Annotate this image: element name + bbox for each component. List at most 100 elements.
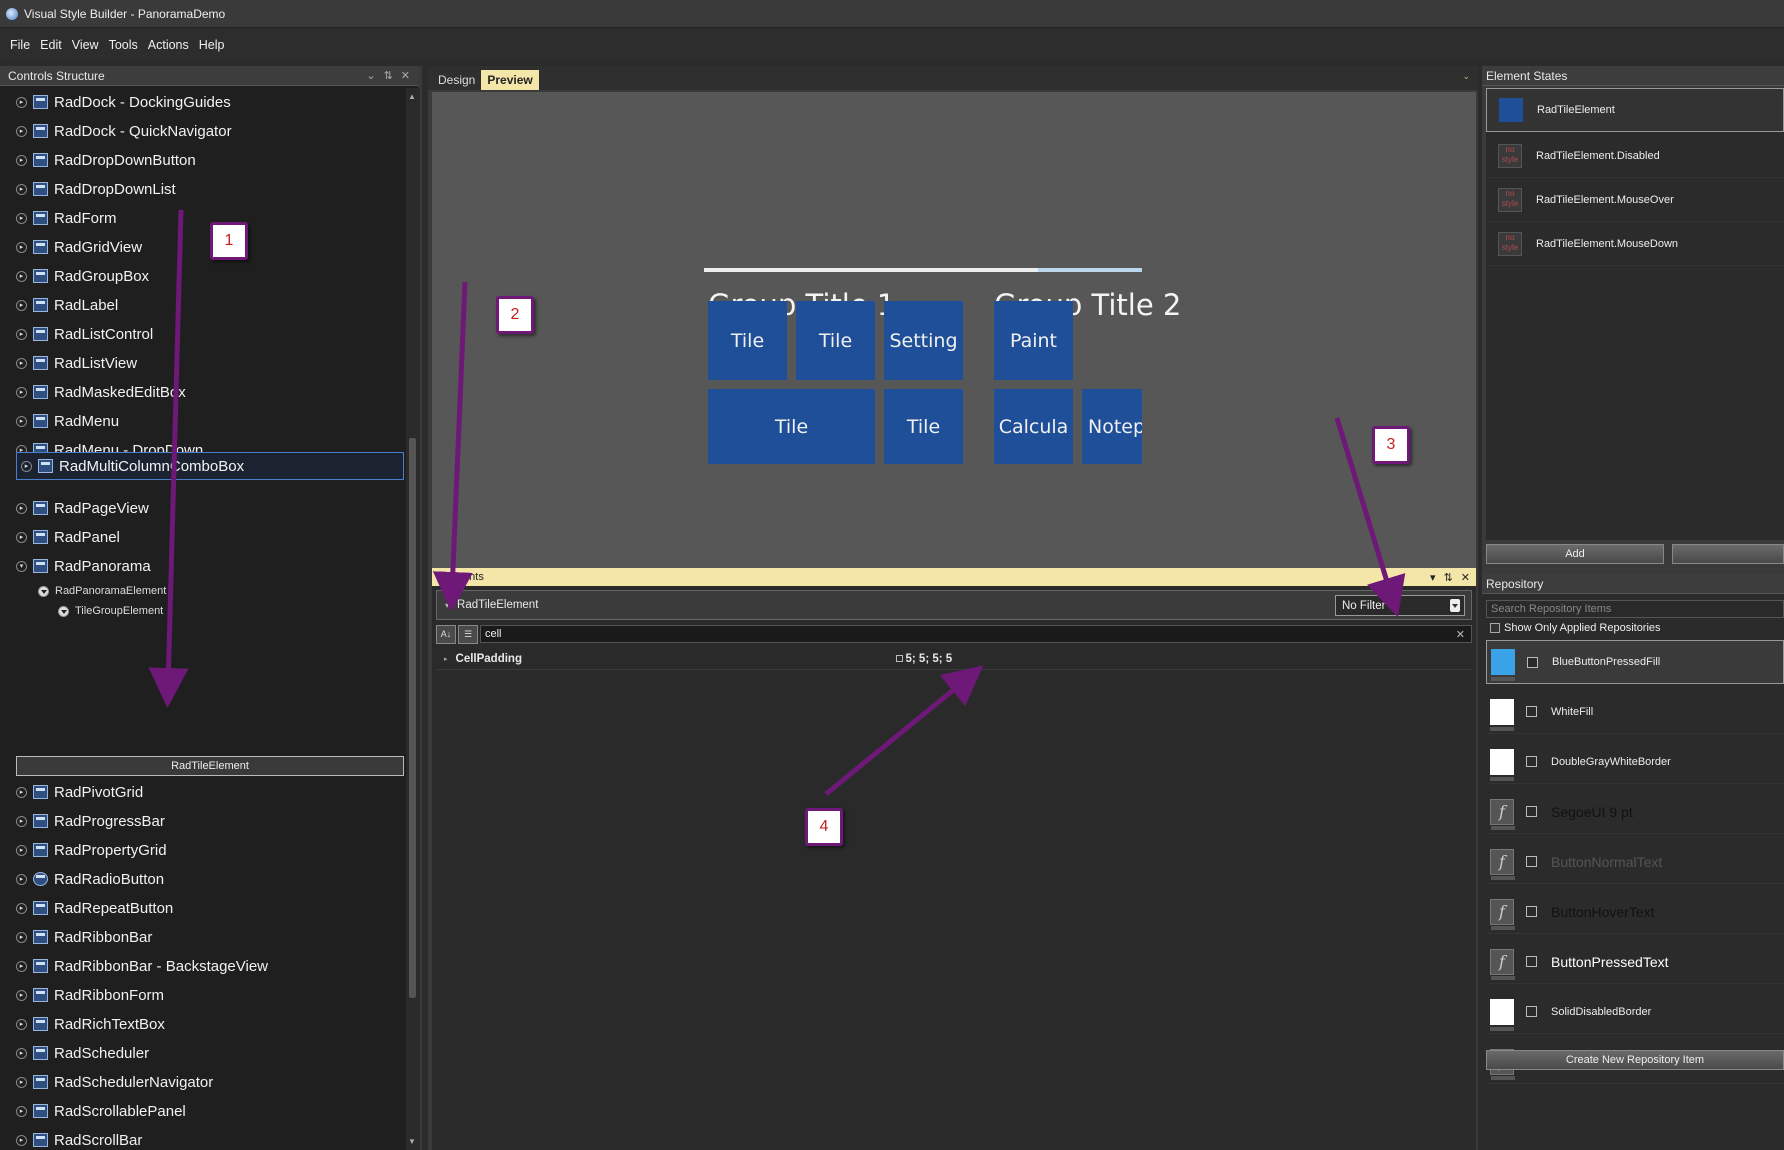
dropdown-arrow-icon[interactable] bbox=[1450, 599, 1460, 612]
sort-alphabetical-icon[interactable]: A↓ bbox=[436, 624, 456, 644]
tile[interactable]: Tile bbox=[796, 301, 875, 380]
show-applied-checkbox[interactable]: Show Only Applied Repositories bbox=[1490, 622, 1661, 634]
expand-icon[interactable]: ▸ bbox=[16, 415, 27, 427]
expand-icon[interactable]: ▸ bbox=[16, 270, 27, 282]
expand-icon[interactable]: ▸ bbox=[16, 1105, 27, 1117]
checkbox[interactable] bbox=[1490, 623, 1500, 633]
tree-item[interactable]: ▸ RadGroupBox bbox=[16, 262, 149, 290]
tree-item[interactable]: ▸ RadProgressBar bbox=[16, 807, 165, 835]
tree-item[interactable]: ▸ RadForm bbox=[16, 204, 117, 232]
tab-preview[interactable]: Preview bbox=[481, 70, 539, 90]
expand-icon[interactable]: ▸ bbox=[16, 357, 27, 369]
state-item[interactable]: no style RadTileElement.MouseDown bbox=[1486, 222, 1784, 266]
repository-item-checkbox[interactable] bbox=[1526, 956, 1537, 967]
expand-icon[interactable]: ▸ bbox=[16, 931, 27, 943]
expand-icon[interactable]: ▸ bbox=[16, 873, 27, 885]
repository-item-checkbox[interactable] bbox=[1527, 656, 1538, 668]
expand-icon[interactable]: ▸ bbox=[16, 386, 27, 398]
tile[interactable]: Tile bbox=[884, 389, 963, 464]
scroll-down-icon[interactable]: ▼ bbox=[408, 1137, 416, 1146]
tree-sub-item[interactable]: TileGroupElement bbox=[58, 602, 163, 620]
secondary-state-button[interactable] bbox=[1672, 544, 1784, 564]
tree-item[interactable]: ▸ RadPageView bbox=[16, 494, 149, 522]
collapse-icon[interactable]: ▾ bbox=[16, 560, 27, 572]
repository-item-checkbox[interactable] bbox=[1526, 706, 1537, 717]
create-repository-item-button[interactable]: Create New Repository Item bbox=[1486, 1050, 1784, 1070]
tree-item-selected[interactable]: ▸ RadMultiColumnComboBox bbox=[16, 452, 404, 480]
expand-icon[interactable]: ▸ bbox=[16, 989, 27, 1001]
expand-icon[interactable]: ▸ bbox=[16, 299, 27, 311]
close-icon[interactable]: ✕ bbox=[1461, 571, 1470, 584]
expand-box-icon[interactable] bbox=[895, 655, 903, 662]
repository-item[interactable]: f ButtonNormalText bbox=[1486, 840, 1784, 884]
tree-item[interactable]: ▸ RadScrollBar bbox=[16, 1126, 142, 1150]
expand-icon[interactable]: ▸ bbox=[16, 125, 27, 137]
tree-item[interactable]: ▸ RadDropDownButton bbox=[16, 146, 196, 174]
tree-sub-item[interactable]: RadPanoramaElement bbox=[38, 582, 166, 600]
panorama-scrollbar-thumb[interactable] bbox=[1038, 268, 1142, 272]
tree-item[interactable]: ▸ RadRepeatButton bbox=[16, 894, 173, 922]
tree-item[interactable]: ▸ RadMaskedEditBox bbox=[16, 378, 186, 406]
repository-item-checkbox[interactable] bbox=[1526, 856, 1537, 867]
tree-item[interactable]: ▸ RadDock - DockingGuides bbox=[16, 88, 231, 116]
element-selector[interactable]: ▾ RadTileElement No Filter bbox=[436, 590, 1472, 620]
repository-item[interactable]: f ButtonHoverText bbox=[1486, 890, 1784, 934]
repository-item-checkbox[interactable] bbox=[1526, 806, 1537, 817]
repository-item-checkbox[interactable] bbox=[1526, 756, 1537, 767]
tile-paint[interactable]: Paint bbox=[994, 301, 1073, 380]
chevron-down-icon[interactable]: ▾ bbox=[1430, 571, 1436, 584]
tree-item[interactable]: ▸ RadRibbonBar - BackstageView bbox=[16, 952, 268, 980]
close-icon[interactable]: ✕ bbox=[401, 69, 410, 82]
scrollbar-thumb[interactable] bbox=[409, 438, 416, 998]
tree-item[interactable]: ▸ RadLabel bbox=[16, 291, 118, 319]
tree-item[interactable]: ▸ RadRadioButton bbox=[16, 865, 164, 893]
expand-icon[interactable]: ▸ bbox=[16, 1076, 27, 1088]
expand-icon[interactable]: ▸ bbox=[16, 531, 27, 543]
tree-item[interactable]: ▸ RadDropDownList bbox=[16, 175, 176, 203]
tile-calculator[interactable]: Calcula bbox=[994, 389, 1073, 464]
expand-icon[interactable]: ▸ bbox=[16, 960, 27, 972]
chevron-down-icon[interactable]: ⌄ bbox=[1462, 71, 1470, 82]
tree-item[interactable]: ▸ RadRibbonBar bbox=[16, 923, 152, 951]
repository-item[interactable]: DoubleGrayWhiteBorder bbox=[1486, 740, 1784, 784]
tree-item[interactable]: ▸ RadScrollablePanel bbox=[16, 1097, 186, 1125]
tree-item[interactable]: ▸ RadRibbonForm bbox=[16, 981, 164, 1009]
tile[interactable]: Tile bbox=[708, 301, 787, 380]
tree-item[interactable]: ▸ RadDock - QuickNavigator bbox=[16, 117, 232, 145]
tab-design[interactable]: Design bbox=[432, 70, 481, 90]
expand-icon[interactable]: ▸ bbox=[16, 183, 27, 195]
menu-actions[interactable]: Actions bbox=[148, 38, 189, 52]
scroll-up-icon[interactable]: ▲ bbox=[408, 92, 416, 101]
expand-icon[interactable]: ▸ bbox=[16, 902, 27, 914]
property-search-input[interactable]: cell ✕ bbox=[480, 625, 1472, 643]
expand-icon[interactable]: ▸ bbox=[16, 1134, 27, 1146]
tree-item-expanded[interactable]: ▾ RadPanorama bbox=[16, 552, 151, 580]
expand-icon[interactable]: ▸ bbox=[16, 844, 27, 856]
repository-item[interactable]: BlueButtonPressedFill bbox=[1486, 640, 1784, 684]
tree-item[interactable]: ▸ RadRichTextBox bbox=[16, 1010, 165, 1038]
repository-item-checkbox[interactable] bbox=[1526, 906, 1537, 917]
chevron-down-icon[interactable]: ⌄ bbox=[366, 69, 375, 82]
property-value[interactable]: 5; 5; 5; 5 bbox=[895, 653, 952, 665]
expand-icon[interactable]: ▸ bbox=[16, 502, 27, 514]
expand-icon[interactable]: ▸ bbox=[16, 212, 27, 224]
tree-item[interactable]: ▸ RadListControl bbox=[16, 320, 153, 348]
tree-leaf-selected[interactable]: RadTileElement bbox=[16, 756, 404, 776]
tile-wide[interactable]: Tile bbox=[708, 389, 875, 464]
expand-icon[interactable]: ▸ bbox=[16, 815, 27, 827]
expand-icon[interactable]: ▸ bbox=[16, 328, 27, 340]
pin-icon[interactable]: ⇅ bbox=[384, 69, 393, 82]
tree-item[interactable]: ▸ RadScheduler bbox=[16, 1039, 149, 1067]
expand-icon[interactable]: ▸ bbox=[16, 154, 27, 166]
tree-item[interactable]: ▸ RadPivotGrid bbox=[16, 778, 143, 806]
tree-item[interactable]: ▸ RadPropertyGrid bbox=[16, 836, 167, 864]
repository-item-checkbox[interactable] bbox=[1526, 1006, 1537, 1017]
property-row[interactable]: ▸ CellPadding 5; 5; 5; 5 bbox=[436, 648, 1472, 670]
menu-file[interactable]: File bbox=[10, 38, 30, 52]
tree-item[interactable]: ▸ RadGridView bbox=[16, 233, 142, 261]
expand-icon[interactable]: ▸ bbox=[16, 241, 27, 253]
tree-item[interactable]: ▸ RadListView bbox=[16, 349, 137, 377]
expand-icon[interactable]: ▸ bbox=[444, 655, 448, 663]
tree-item[interactable]: ▸ RadSchedulerNavigator bbox=[16, 1068, 213, 1096]
menu-help[interactable]: Help bbox=[199, 38, 225, 52]
